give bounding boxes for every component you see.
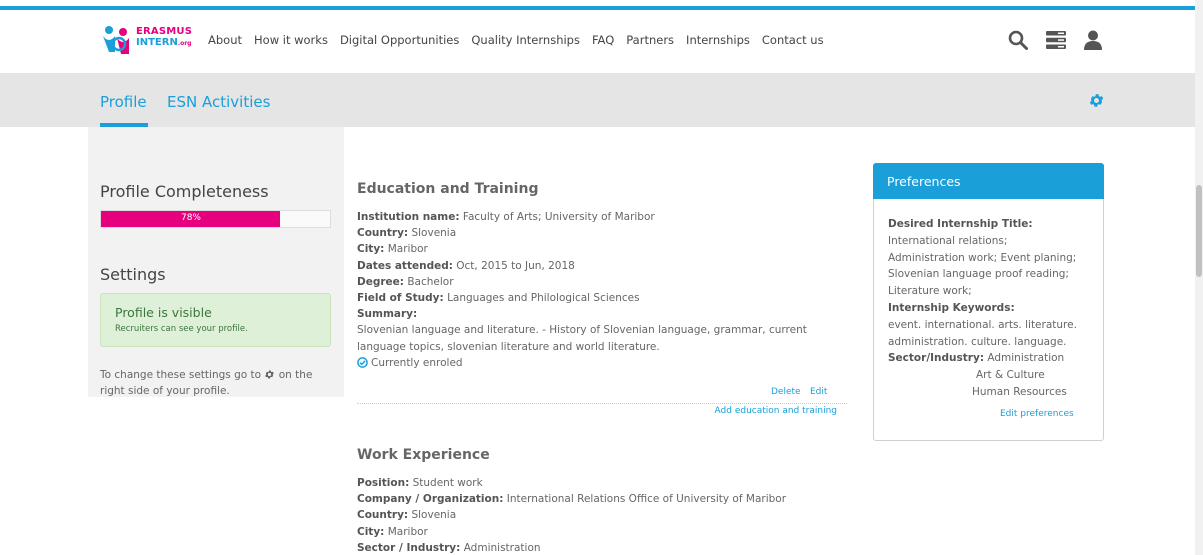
main-nav: About How it works Digital Opportunities… [208, 33, 836, 47]
menu-icon[interactable] [1046, 31, 1066, 49]
profile-sidebar: Profile Completeness 78% Settings Profil… [88, 127, 344, 397]
tab-esn-activities[interactable]: ESN Activities [167, 93, 270, 111]
desired-title-item: Slovenian language proof reading; [888, 268, 1069, 281]
sector-item: Human Resources [972, 385, 1067, 398]
desired-title-label: Desired Internship Title: [888, 218, 1033, 230]
top-strip [0, 0, 1203, 10]
sector-item: Art & Culture [976, 369, 1045, 382]
logo-text-top: ERASMUS [136, 26, 193, 37]
education-row: Dates attended: Oct, 2015 to Jun, 2018 [357, 259, 575, 272]
summary-label: Summary: [357, 308, 418, 321]
visibility-status-text: Recruiters can see your profile. [115, 324, 248, 334]
completeness-value: 78% [180, 213, 201, 223]
nav-faq[interactable]: FAQ [592, 33, 614, 47]
logo-text-bottom: INTERN.org [136, 37, 192, 48]
enrolment-status: Currently enroled [357, 355, 837, 371]
preferences-body: Desired Internship Title: International … [888, 216, 1093, 401]
edit-preferences-link[interactable]: Edit preferences [1000, 409, 1074, 419]
sector-label: Sector/Industry: [888, 352, 985, 365]
gear-icon [265, 370, 275, 379]
nav-how-it-works[interactable]: How it works [254, 33, 328, 47]
keywords-label: Internship Keywords: [888, 301, 1015, 314]
work-details: Position: Student work Company / Organiz… [357, 475, 837, 555]
education-row: Field of Study: Languages and Philologic… [357, 292, 640, 305]
scrollbar-thumb[interactable] [1196, 185, 1202, 277]
work-row: Company / Organization: International Re… [357, 493, 787, 506]
header-icons [1008, 30, 1102, 50]
section-divider [357, 403, 847, 404]
work-row: Country: Slovenia [357, 509, 457, 522]
education-row: Country: Slovenia [357, 227, 457, 240]
preferences-header: Preferences [873, 163, 1104, 199]
nav-quality-internships[interactable]: Quality Internships [471, 33, 580, 47]
education-details: Institution name: Faculty of Arts; Unive… [357, 209, 837, 371]
nav-partners[interactable]: Partners [626, 33, 674, 47]
nav-about[interactable]: About [208, 33, 242, 47]
nav-contact-us[interactable]: Contact us [762, 33, 824, 47]
education-title: Education and Training [357, 181, 539, 197]
preferences-title: Preferences [887, 174, 961, 189]
education-row: City: Maribor [357, 243, 428, 256]
work-row: Position: Student work [357, 477, 483, 489]
site-header: ERASMUS INTERN.org About How it works Di… [0, 10, 1195, 73]
delete-education-link[interactable]: Delete [771, 387, 801, 397]
education-row: Institution name: Faculty of Arts; Unive… [357, 211, 655, 223]
desired-title-item: International relations; [888, 234, 1008, 247]
tab-profile[interactable]: Profile [100, 93, 147, 111]
completeness-bar: 78% [100, 210, 331, 228]
work-row: Sector / Industry: Administration [357, 541, 541, 554]
nav-digital-opportunities[interactable]: Digital Opportunities [340, 33, 459, 47]
profile-subheader: Profile ESN Activities [0, 73, 1195, 127]
search-icon[interactable] [1008, 30, 1028, 50]
sector-item: Administration [987, 352, 1065, 365]
visibility-status-title: Profile is visible [115, 305, 212, 320]
education-summary: Slovenian language and literature. - His… [357, 324, 807, 353]
preferences-panel: Preferences Desired Internship Title: In… [873, 163, 1104, 441]
keywords-line: event. international. arts. literature. [888, 318, 1077, 331]
add-education-link[interactable]: Add education and training [715, 406, 837, 416]
user-icon[interactable] [1084, 30, 1102, 50]
desired-title-item: Administration work; Event planing; [888, 251, 1077, 264]
work-title: Work Experience [357, 447, 490, 463]
settings-note: To change these settings go to on the ri… [100, 367, 330, 399]
check-circle-icon [357, 357, 368, 368]
keywords-line: administration. culture. language. [888, 335, 1067, 348]
education-actions: Delete Edit [357, 387, 837, 401]
settings-title: Settings [100, 265, 166, 284]
completeness-title: Profile Completeness [100, 182, 269, 201]
logo[interactable]: ERASMUS INTERN.org [101, 24, 197, 56]
nav-internships[interactable]: Internships [686, 33, 750, 47]
settings-note-start: To change these settings go to [100, 369, 262, 381]
visibility-status-box: Profile is visible Recruiters can see yo… [100, 293, 331, 347]
gear-icon[interactable] [1088, 92, 1105, 109]
page-scrollbar[interactable] [1195, 0, 1203, 555]
desired-title-item: Literature work; [888, 285, 972, 298]
work-row: City: Maribor [357, 525, 428, 538]
edit-education-link[interactable]: Edit [810, 387, 827, 397]
education-row: Degree: Bachelor [357, 275, 454, 288]
logo-icon [103, 26, 129, 54]
